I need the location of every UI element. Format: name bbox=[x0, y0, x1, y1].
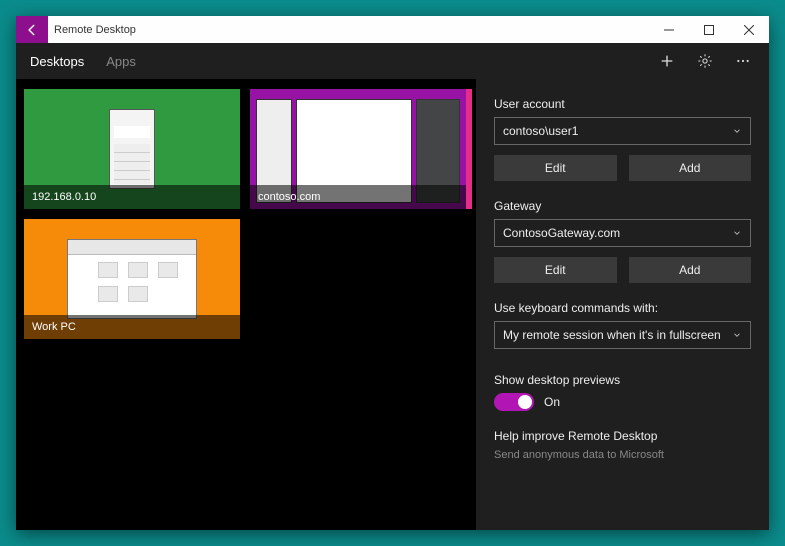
gear-icon bbox=[697, 52, 713, 70]
more-button[interactable] bbox=[735, 53, 751, 69]
previews-group: Show desktop previews On bbox=[494, 373, 751, 411]
tile-label: Work PC bbox=[24, 315, 240, 339]
keyboard-label: Use keyboard commands with: bbox=[494, 301, 751, 315]
previews-label: Show desktop previews bbox=[494, 373, 751, 387]
window-title: Remote Desktop bbox=[48, 16, 649, 43]
settings-panel: User account contoso\user1 Edit Add Gate… bbox=[476, 79, 769, 530]
user-edit-button[interactable]: Edit bbox=[494, 155, 617, 181]
previews-toggle[interactable] bbox=[494, 393, 534, 411]
tab-desktops[interactable]: Desktops bbox=[30, 54, 84, 69]
user-account-value: contoso\user1 bbox=[503, 124, 578, 138]
tab-apps[interactable]: Apps bbox=[106, 54, 136, 69]
user-account-select[interactable]: contoso\user1 bbox=[494, 117, 751, 145]
chevron-down-icon bbox=[732, 126, 742, 136]
thumbnail-window bbox=[109, 109, 155, 189]
chevron-down-icon bbox=[732, 228, 742, 238]
desktop-tile[interactable]: Work PC bbox=[24, 219, 240, 339]
user-account-group: User account contoso\user1 Edit Add bbox=[494, 97, 751, 181]
help-subtitle: Send anonymous data to Microsoft bbox=[494, 449, 751, 461]
help-group: Help improve Remote Desktop Send anonymo… bbox=[494, 429, 751, 461]
gateway-label: Gateway bbox=[494, 199, 751, 213]
add-button[interactable] bbox=[659, 53, 675, 69]
tabbar: Desktops Apps bbox=[16, 43, 769, 79]
settings-button[interactable] bbox=[697, 53, 713, 69]
close-icon bbox=[744, 25, 754, 35]
tile-label: contoso.com bbox=[250, 185, 466, 209]
titlebar: Remote Desktop bbox=[16, 16, 769, 43]
app-window: Remote Desktop Desktops Apps bbox=[16, 16, 769, 530]
ellipsis-icon bbox=[735, 52, 751, 70]
maximize-button[interactable] bbox=[689, 16, 729, 43]
gateway-edit-button[interactable]: Edit bbox=[494, 257, 617, 283]
close-button[interactable] bbox=[729, 16, 769, 43]
tile-label: 192.168.0.10 bbox=[24, 185, 240, 209]
desktops-grid: 192.168.0.10 contoso.com bbox=[16, 79, 476, 530]
gateway-value: ContosoGateway.com bbox=[503, 226, 620, 240]
desktop-tile[interactable]: 192.168.0.10 bbox=[24, 89, 240, 209]
tile-accent-strip bbox=[466, 89, 472, 209]
toggle-knob bbox=[518, 395, 532, 409]
gateway-add-button[interactable]: Add bbox=[629, 257, 752, 283]
keyboard-group: Use keyboard commands with: My remote se… bbox=[494, 301, 751, 349]
gateway-select[interactable]: ContosoGateway.com bbox=[494, 219, 751, 247]
help-title: Help improve Remote Desktop bbox=[494, 429, 751, 443]
desktop-tile[interactable]: contoso.com bbox=[250, 89, 466, 209]
previews-state: On bbox=[544, 395, 560, 409]
minimize-button[interactable] bbox=[649, 16, 689, 43]
user-add-button[interactable]: Add bbox=[629, 155, 752, 181]
arrow-left-icon bbox=[25, 23, 39, 37]
thumbnail-window bbox=[67, 239, 197, 319]
minimize-icon bbox=[664, 25, 674, 35]
keyboard-select[interactable]: My remote session when it's in fullscree… bbox=[494, 321, 751, 349]
maximize-icon bbox=[704, 25, 714, 35]
keyboard-value: My remote session when it's in fullscree… bbox=[503, 328, 721, 342]
back-button[interactable] bbox=[16, 16, 48, 43]
chevron-down-icon bbox=[732, 330, 742, 340]
content: 192.168.0.10 contoso.com bbox=[16, 79, 769, 530]
gateway-group: Gateway ContosoGateway.com Edit Add bbox=[494, 199, 751, 283]
plus-icon bbox=[659, 52, 675, 70]
user-account-label: User account bbox=[494, 97, 751, 111]
